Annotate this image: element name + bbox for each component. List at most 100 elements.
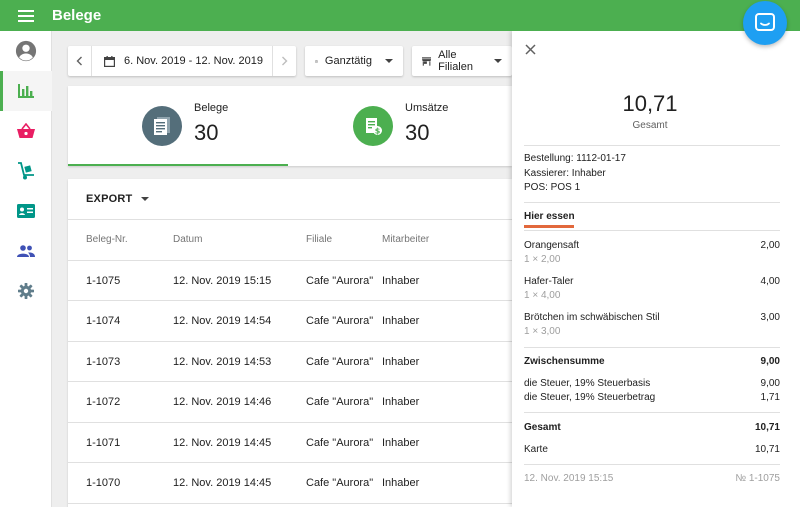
tax-base-amount: 9,00: [760, 378, 780, 389]
export-label: EXPORT: [86, 193, 133, 205]
chevron-right-icon: [282, 56, 288, 66]
receipt-employee: Inhaber: [382, 355, 420, 368]
people-icon: [17, 245, 35, 257]
badge-card-icon: [17, 204, 35, 218]
item-qty: 1 × 3,00: [524, 326, 561, 337]
date-range-filter: 6. Nov. 2019 - 12. Nov. 2019: [68, 46, 296, 76]
export-button[interactable]: EXPORT: [68, 179, 512, 220]
stat-sales[interactable]: $ Umsätze 30: [290, 86, 510, 166]
tax-base-label: die Steuer, 19% Steuerbasis: [524, 378, 651, 389]
table-row[interactable]: 1-1075 12. Nov. 2019 15:15 Cafe "Aurora"…: [68, 261, 512, 301]
tax-base-row: die Steuer, 19% Steuerbasis 9,00: [524, 378, 780, 389]
item-name: Brötchen im schwäbischen Stil: [524, 312, 660, 323]
store-icon: [422, 56, 432, 66]
receipt-date: 12. Nov. 2019 15:15: [173, 274, 272, 287]
nav-reports[interactable]: [0, 71, 52, 111]
nav-inventory[interactable]: [0, 151, 52, 191]
divider: [524, 412, 780, 413]
divider: [524, 230, 780, 231]
gear-icon: [18, 283, 34, 299]
nav-items[interactable]: [0, 111, 52, 151]
column-header-employee[interactable]: Mitarbeiter: [382, 220, 429, 260]
stat-label: Umsätze: [405, 102, 449, 114]
divider: [524, 464, 780, 465]
receipt-employee: Inhaber: [382, 315, 420, 327]
receipt-branch: Cafe "Aurora": [306, 355, 374, 368]
chat-button[interactable]: [743, 1, 787, 45]
receipt-branch: Cafe "Aurora": [306, 477, 374, 489]
receipt-number: 1-1073: [86, 355, 121, 368]
hand-truck-icon: [18, 162, 34, 180]
receipt-number: 1-1074: [86, 315, 121, 327]
table-header: Beleg-Nr. Datum Filiale Mitarbeiter: [68, 220, 512, 261]
chat-bubble-icon: [755, 13, 775, 31]
table-row[interactable]: 1-1071 12. Nov. 2019 14:45 Cafe "Aurora"…: [68, 423, 512, 463]
line-item: Hafer-Taler 1 × 4,00 4,00: [524, 276, 780, 301]
line-item: Orangensaft 1 × 2,00 2,00: [524, 240, 780, 265]
column-header-date[interactable]: Datum: [173, 220, 202, 260]
receipt-total: 10,71: [622, 91, 678, 116]
time-filter-dropdown[interactable]: Ganztätig: [305, 46, 403, 76]
stat-value: 30: [405, 120, 430, 145]
menu-button[interactable]: [0, 0, 52, 31]
caret-down-icon: [141, 197, 150, 201]
table-row[interactable]: 1-1074 12. Nov. 2019 14:54 Cafe "Aurora"…: [68, 301, 512, 342]
receipt-detail-panel: 10,71 Gesamt Bestellung: 1112-01-17 Kass…: [512, 31, 800, 507]
bar-chart-icon: [18, 84, 34, 98]
receipt-date: 12. Nov. 2019 14:54: [173, 315, 272, 327]
pos-name: POS: POS 1: [524, 182, 581, 193]
summary-card: Belege 30 $ Umsätze 30: [68, 86, 512, 166]
page-title: Belege: [52, 7, 102, 24]
nav-account[interactable]: [0, 31, 52, 71]
grand-total-label: Gesamt: [524, 422, 561, 433]
item-amount: 4,00: [760, 276, 780, 287]
stat-label: Belege: [194, 102, 229, 114]
date-range-label: 6. Nov. 2019 - 12. Nov. 2019: [124, 55, 264, 67]
subtotal-label: Zwischensumme: [524, 356, 605, 367]
table-row[interactable]: 1-1070 12. Nov. 2019 14:45 Cafe "Aurora"…: [68, 463, 512, 504]
receipt-branch: Cafe "Aurora": [306, 315, 374, 327]
line-item: Brötchen im schwäbischen Stil 1 × 3,00 3…: [524, 312, 780, 337]
stat-value: 30: [194, 120, 219, 145]
dining-option-underline: [524, 225, 574, 228]
receipt-employee: Inhaber: [382, 274, 420, 287]
payment-row: Karte 10,71: [524, 444, 780, 455]
column-header-receipt-no[interactable]: Beleg-Nr.: [86, 220, 128, 260]
previous-period-button[interactable]: [68, 46, 92, 76]
date-range-picker[interactable]: 6. Nov. 2019 - 12. Nov. 2019: [92, 55, 272, 67]
divider: [524, 347, 780, 348]
nav-settings[interactable]: [0, 271, 52, 311]
next-period-button[interactable]: [272, 46, 296, 76]
receipt-date: 12. Nov. 2019 14:45: [173, 436, 272, 449]
nav-employees[interactable]: [0, 191, 52, 231]
close-icon: [524, 43, 536, 55]
receipt-branch: Cafe "Aurora": [306, 396, 374, 408]
receipt-date: 12. Nov. 2019 14:53: [173, 355, 272, 368]
receipts-table: EXPORT Beleg-Nr. Datum Filiale Mitarbeit…: [68, 179, 512, 507]
receipt-number: 1-1072: [86, 396, 121, 408]
close-button[interactable]: [522, 41, 538, 57]
branch-filter-dropdown[interactable]: Alle Filialen: [412, 46, 512, 76]
receipt-branch: Cafe "Aurora": [306, 274, 374, 287]
app-bar: Belege: [0, 0, 800, 31]
nav-customers[interactable]: [0, 231, 52, 271]
receipts-icon: [154, 117, 170, 135]
table-row[interactable]: 1-1073 12. Nov. 2019 14:53 Cafe "Aurora"…: [68, 342, 512, 382]
receipts-stat-icon: [142, 106, 182, 146]
caret-down-icon: [385, 59, 393, 63]
payment-amount: 10,71: [754, 444, 780, 455]
account-circle-icon: [15, 40, 37, 62]
payment-label: Karte: [524, 444, 548, 455]
svg-text:$: $: [375, 127, 381, 136]
receipt-employee: Inhaber: [382, 436, 420, 449]
column-header-branch[interactable]: Filiale: [306, 220, 332, 260]
order-number: Bestellung: 1112-01-17: [524, 153, 626, 164]
receipt-meta: Bestellung: 1112-01-17 Kassierer: Inhabe…: [524, 152, 626, 196]
sales-receipt-icon: $: [366, 118, 382, 136]
divider: [524, 145, 780, 146]
receipt-total-label: Gesamt: [632, 120, 668, 131]
clock-icon: [315, 59, 318, 63]
table-row[interactable]: 1-1072 12. Nov. 2019 14:46 Cafe "Aurora"…: [68, 382, 512, 423]
subtotal-row: Zwischensumme 9,00: [524, 356, 780, 367]
stat-receipts[interactable]: Belege 30: [68, 86, 288, 166]
